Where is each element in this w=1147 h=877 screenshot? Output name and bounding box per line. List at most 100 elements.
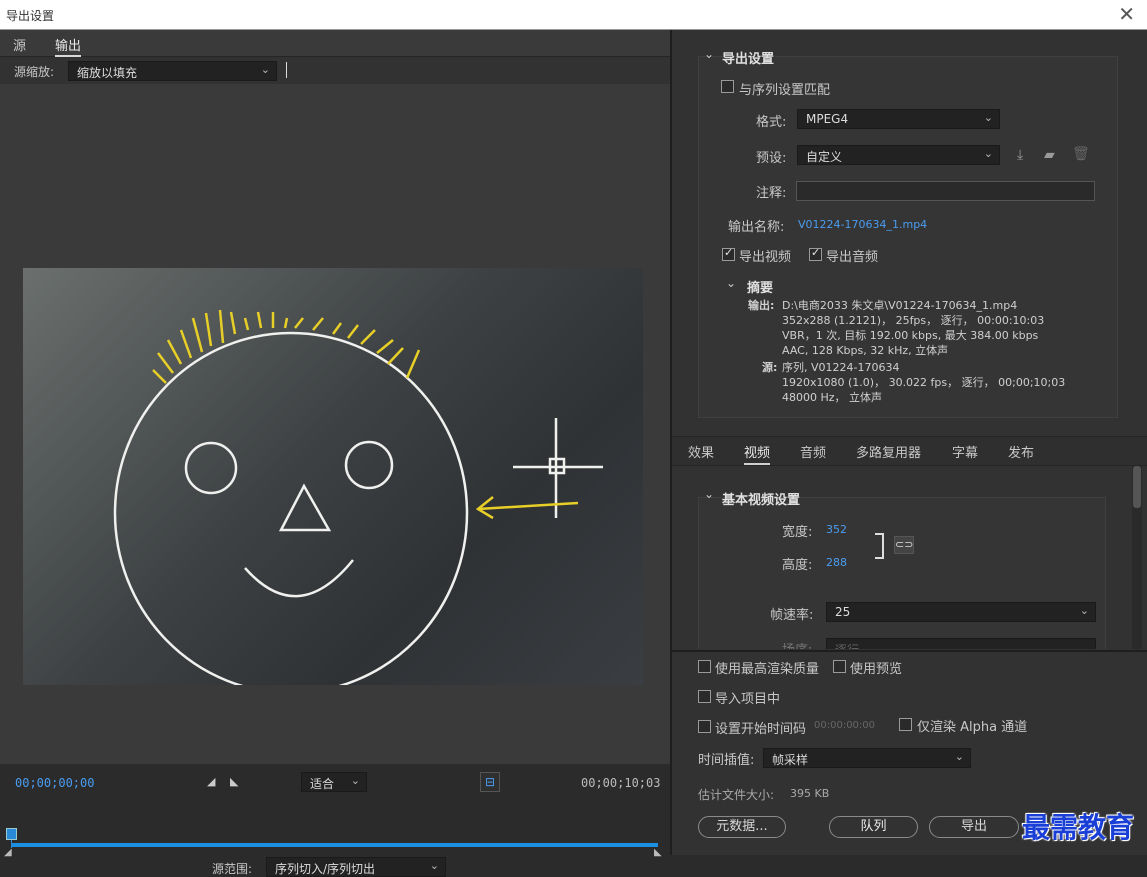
metadata-button[interactable]: 元数据... [698, 816, 786, 838]
mark-out-icon[interactable]: ◣ [230, 775, 238, 788]
bottom-divider [672, 650, 1147, 652]
trash-icon[interactable]: 🗑 [1072, 146, 1090, 162]
height-value[interactable]: 288 [826, 556, 847, 569]
zoom-value: 缩放以填充 [77, 66, 138, 80]
range-bar[interactable] [12, 843, 658, 847]
collapse-icon[interactable]: ⌄ [704, 47, 714, 61]
preset-label: 预设: [756, 151, 787, 166]
basic-video-panel [698, 497, 1106, 649]
summary-output-line: VBR，1 次, 目标 192.00 kbps, 最大 384.00 kbps [782, 329, 1039, 342]
title-bar: 导出设置 ✕ [0, 0, 1147, 30]
queue-button[interactable]: 队列 [829, 816, 918, 838]
import-project-label: 导入项目中 [715, 692, 781, 707]
start-timecode-checkbox[interactable] [698, 720, 711, 733]
video-preview [0, 84, 670, 764]
range-select[interactable]: 序列切入/序列切出 ⌄ [266, 857, 446, 877]
export-settings-title: 导出设置 [722, 52, 775, 67]
comment-label: 注释: [756, 186, 787, 201]
summary-output-line: 352x288 (1.2121)， 25fps， 逐行， 00:00:10:03 [782, 314, 1045, 327]
summary-title: 摘要 [747, 281, 774, 296]
tab-publish[interactable]: 发布 [1008, 442, 1034, 461]
preview-frame [23, 268, 643, 695]
export-video-checkbox[interactable] [722, 246, 735, 261]
max-render-quality-label: 使用最高渲染质量 [715, 662, 820, 677]
watermark: 最需教育 [1022, 811, 1135, 844]
start-timecode-value: 00:00:00:00 [814, 720, 876, 731]
tab-effects[interactable]: 效果 [688, 442, 714, 461]
chevron-down-icon: ⌄ [1079, 604, 1089, 617]
chevron-down-icon: ⌄ [429, 859, 439, 872]
summary-source-line: 序列, V01224-170634 [782, 361, 900, 374]
summary-output-line: AAC, 128 Kbps, 32 kHz, 立体声 [782, 344, 949, 357]
export-audio-checkbox[interactable] [809, 246, 822, 261]
range-label: 源范围: [212, 862, 253, 876]
format-select[interactable]: MPEG4 ⌄ [797, 109, 1000, 129]
filesize-label: 估计文件大小: [698, 788, 775, 802]
summary-collapse-icon[interactable]: ⌄ [726, 276, 736, 290]
summary-output-line: D:\电商2033 朱文卓\V01224-170634_1.mp4 [782, 299, 1018, 312]
width-value[interactable]: 352 [826, 523, 847, 536]
end-timecode: 00;00;10;03 [581, 776, 661, 790]
comment-input[interactable] [796, 181, 1095, 201]
output-name-link[interactable]: V01224-170634_1.mp4 [798, 218, 927, 231]
match-sequence-label: 与序列设置匹配 [739, 83, 831, 98]
match-sequence-checkbox[interactable] [721, 80, 734, 93]
max-render-quality-checkbox[interactable] [698, 660, 711, 673]
link-bracket [875, 533, 884, 559]
tab-video[interactable]: 视频 [744, 442, 771, 465]
format-label: 格式: [756, 115, 787, 130]
collapse-icon[interactable]: ⌄ [704, 487, 714, 501]
tab-multiplexer[interactable]: 多路复用器 [856, 442, 921, 461]
source-output-pane: 源 输出 源缩放: 缩放以填充 ⌄ 00;00;00;00 ◢ ◣ 适合 ⌄ ⊟… [0, 30, 670, 877]
preview-tabs: 源 输出 [0, 30, 670, 57]
field-order-label: 场序: [782, 639, 812, 649]
zoom-select[interactable]: 缩放以填充 ⌄ [68, 61, 277, 81]
chevron-down-icon: ⌄ [983, 111, 993, 124]
output-name-label: 输出名称: [728, 220, 785, 235]
scrollbar[interactable] [1132, 466, 1142, 649]
width-label: 宽度: [782, 525, 813, 540]
smiley-drawing [113, 309, 603, 695]
export-button[interactable]: 导出 [929, 816, 1019, 838]
in-point-icon[interactable]: ◢ [4, 847, 12, 858]
video-settings-scroll: ⌄ 基本视频设置 宽度: 352 高度: 288 ⊂⊃ 帧速率: 25 ⌄ 场序… [672, 467, 1147, 649]
chain-link-icon[interactable]: ⊂⊃ [894, 536, 914, 554]
tab-output[interactable]: 输出 [55, 35, 82, 57]
interpolation-select[interactable]: 帧采样 ⌄ [763, 748, 971, 768]
preset-value: 自定义 [806, 150, 843, 164]
chevron-down-icon: ⌄ [954, 750, 964, 763]
tab-audio[interactable]: 音频 [800, 442, 826, 461]
use-preview-checkbox[interactable] [833, 660, 846, 673]
zoom-row: 源缩放: 缩放以填充 ⌄ [0, 58, 670, 84]
tab-captions[interactable]: 字幕 [952, 442, 978, 461]
basic-video-title: 基本视频设置 [722, 493, 801, 508]
interpolation-label: 时间插值: [698, 753, 755, 768]
import-project-checkbox[interactable] [698, 690, 711, 703]
interpolation-value: 帧采样 [772, 753, 809, 767]
out-point-icon[interactable]: ◣ [654, 847, 662, 858]
current-timecode[interactable]: 00;00;00;00 [15, 776, 94, 790]
filesize-value: 395 KB [790, 787, 830, 800]
height-label: 高度: [782, 558, 813, 573]
summary-source-line: 1920x1080 (1.0)， 30.022 fps， 逐行， 00;00;1… [782, 376, 1066, 389]
fit-select[interactable]: 适合 ⌄ [301, 772, 367, 792]
import-preset-icon[interactable]: ▰ [1044, 147, 1055, 163]
alpha-only-checkbox[interactable] [899, 718, 912, 731]
tab-source[interactable]: 源 [13, 35, 26, 54]
preset-select[interactable]: 自定义 ⌄ [797, 145, 1000, 165]
start-timecode-label: 设置开始时间码 [715, 722, 807, 737]
summary-source-line: 48000 Hz， 立体声 [782, 391, 883, 404]
aspect-toggle-icon[interactable]: ⊟ [480, 772, 500, 792]
field-order-value: 逐行 [835, 643, 859, 649]
save-preset-icon[interactable]: ⤓ [1017, 147, 1023, 163]
fps-label: 帧速率: [770, 608, 814, 623]
text-cursor [286, 62, 287, 78]
fps-value: 25 [835, 605, 851, 619]
close-icon[interactable]: ✕ [1118, 2, 1135, 26]
field-order-select[interactable]: 逐行 [826, 638, 1096, 649]
playhead[interactable] [6, 828, 17, 840]
timeline: 00;00;00;00 ◢ ◣ 适合 ⌄ ⊟ 00;00;10;03 ◢ ◣ 源… [0, 764, 670, 877]
fps-select[interactable]: 25 ⌄ [826, 602, 1096, 622]
mark-in-icon[interactable]: ◢ [207, 775, 215, 788]
scrollbar-thumb[interactable] [1133, 466, 1141, 508]
